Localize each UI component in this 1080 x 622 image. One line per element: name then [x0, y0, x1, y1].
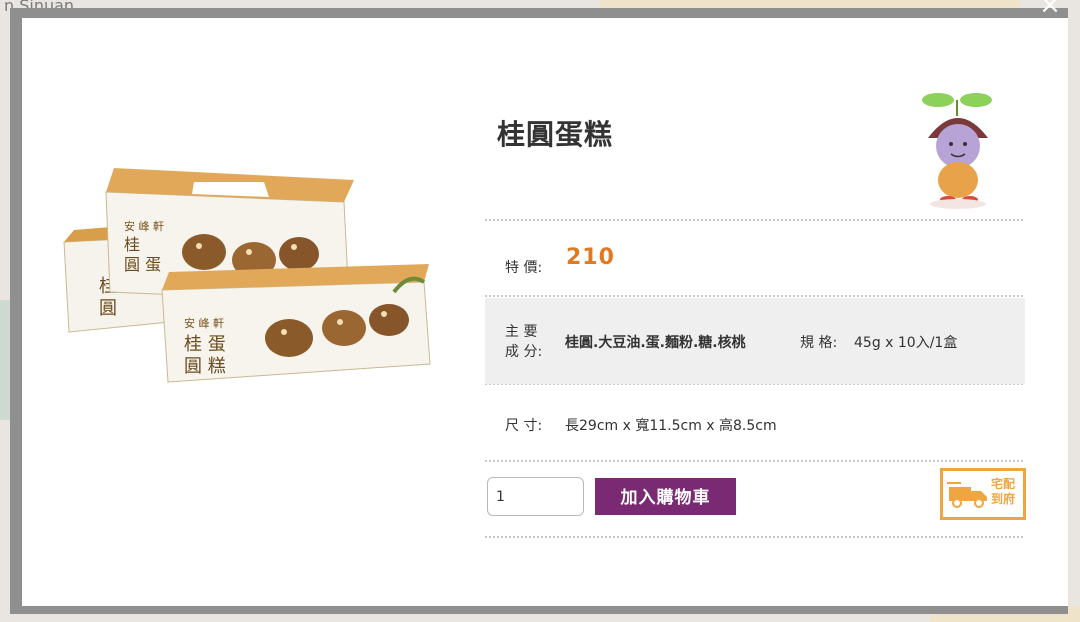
product-box-front: 安 峰 軒 桂 蛋 圓 糕	[161, 264, 431, 383]
divider	[485, 460, 1023, 462]
svg-text:圓: 圓	[99, 298, 117, 319]
size-label: 尺 寸:	[505, 418, 543, 434]
svg-text:安 峰 軒: 安 峰 軒	[124, 219, 164, 233]
add-to-cart-button[interactable]: 加入購物車	[595, 478, 736, 515]
svg-text:桂 蛋: 桂 蛋	[184, 334, 226, 355]
price-label: 特 價:	[505, 260, 543, 276]
delivery-truck-icon	[947, 482, 987, 508]
ingredients-value: 桂圓.大豆油.蛋.麵粉.糖.核桃	[565, 335, 746, 351]
svg-text:圓 糕: 圓 糕	[184, 356, 226, 377]
spec-value: 45g x 10入/1盒	[854, 335, 958, 351]
svg-text:安 峰 軒: 安 峰 軒	[184, 316, 224, 330]
spec-label: 規 格:	[800, 335, 838, 351]
divider	[485, 295, 1023, 297]
ingredients-label-line1: 主 要	[505, 324, 538, 340]
svg-text:圓 蛋: 圓 蛋	[124, 255, 161, 274]
ingredients-label: 主 要 成 分:	[505, 322, 542, 362]
size-value: 長29cm x 寬11.5cm x 高8.5cm	[565, 418, 777, 434]
product-image: 桂 圓 安 峰 軒 桂 圓 蛋 安 峰 軒 桂 蛋 圓 糕	[63, 168, 431, 383]
size-row: 尺 寸: 長29cm x 寬11.5cm x 高8.5cm	[485, 415, 1025, 435]
home-delivery-badge: 宅配 到府	[940, 468, 1026, 520]
price-row: 特 價: 210	[485, 245, 1025, 277]
delivery-text-line2: 到府	[991, 492, 1016, 506]
ingredients-row: 主 要 成 分: 桂圓.大豆油.蛋.麵粉.糖.核桃 規 格: 45g x 10入…	[485, 298, 1025, 384]
ingredients-label-line2: 成 分:	[505, 344, 543, 360]
close-icon[interactable]: ×	[1030, 0, 1070, 18]
delivery-text: 宅配 到府	[991, 477, 1021, 507]
quantity-input[interactable]	[487, 477, 584, 516]
divider	[485, 219, 1023, 221]
product-title: 桂圓蛋糕	[497, 118, 614, 151]
delivery-text-line1: 宅配	[991, 477, 1016, 491]
svg-text:桂: 桂	[124, 235, 140, 254]
price-value: 210	[566, 245, 615, 270]
divider	[485, 536, 1023, 538]
mascot-image	[922, 93, 992, 209]
